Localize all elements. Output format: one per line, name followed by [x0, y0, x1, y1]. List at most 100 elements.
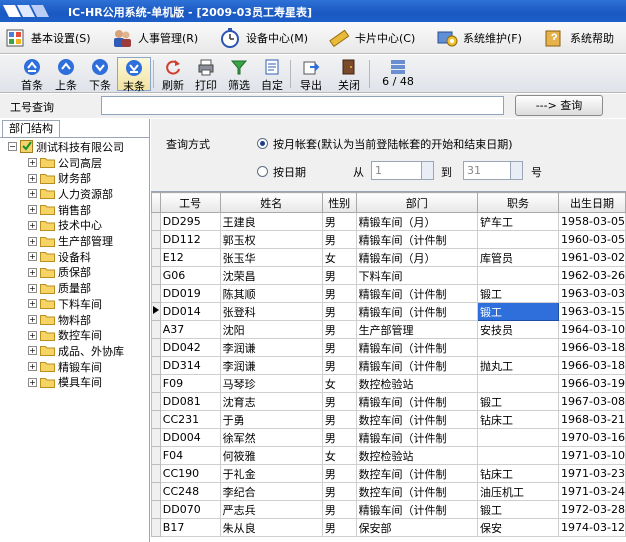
table-row[interactable]: DD112 郭玉权男精锻车间（计件制 1960-03-05 [151, 230, 626, 249]
table-cell[interactable]: 锻工 [476, 392, 560, 411]
tree-item-department[interactable]: + 生产部管理 [28, 234, 113, 249]
table-cell[interactable]: CC231 [159, 410, 221, 429]
table-cell[interactable]: 1961-03-02 [558, 248, 626, 267]
expand-icon[interactable]: + [28, 330, 37, 340]
table-cell[interactable]: 王建良 [219, 212, 323, 231]
table-cell[interactable]: 男 [321, 266, 357, 285]
table-cell[interactable] [476, 428, 560, 447]
expand-icon[interactable]: + [28, 205, 37, 215]
export-button[interactable]: 导出 [294, 57, 328, 92]
menu-personnel[interactable]: 人事管理(R) [111, 26, 198, 50]
tree-item-department[interactable]: + 物料部 [28, 312, 91, 327]
table-cell[interactable]: 1974-03-12 [558, 518, 626, 537]
table-row[interactable]: DD004 徐军然男精锻车间（计件制 1970-03-16 [151, 428, 626, 447]
table-cell[interactable]: 徐军然 [219, 428, 323, 447]
expand-icon[interactable]: + [28, 315, 37, 324]
table-row[interactable]: CC190 于礼金男数控车间（计件制 钻床工 1971-03-23 [151, 464, 626, 483]
table-cell[interactable]: 于礼金 [219, 464, 323, 483]
table-row[interactable]: DD081 沈育志男精锻车间（计件制 锻工 1967-03-08 [151, 392, 626, 411]
expand-icon[interactable]: + [28, 377, 37, 387]
table-cell[interactable]: 数控检验站 [355, 374, 479, 393]
table-cell[interactable]: 锻工 [476, 284, 560, 303]
table-cell[interactable]: 库管员 [476, 248, 560, 267]
table-cell[interactable]: 男 [321, 212, 357, 231]
column-header[interactable]: 性别 [321, 192, 357, 213]
table-cell[interactable]: E12 [159, 248, 221, 267]
table-cell[interactable]: 女 [321, 248, 357, 267]
customize-button[interactable]: 自定 [255, 57, 289, 92]
table-cell[interactable]: G06 [159, 266, 221, 285]
table-cell[interactable]: 1970-03-16 [558, 428, 626, 447]
table-cell[interactable]: 保安 [476, 518, 560, 537]
table-cell[interactable]: 精锻车间（计件制 [355, 356, 479, 375]
table-cell[interactable]: 何筱雅 [219, 446, 323, 465]
table-cell[interactable]: 1966-03-18 [558, 338, 626, 357]
column-header[interactable]: 出生日期 [558, 192, 626, 213]
table-cell[interactable]: 1963-03-15 [558, 302, 626, 321]
menu-system-maintenance[interactable]: 系统维护(F) [436, 26, 522, 50]
table-cell[interactable]: 精锻车间（月） [355, 248, 479, 267]
table-cell[interactable]: 1966-03-19 [558, 374, 626, 393]
table-cell[interactable]: 男 [321, 284, 357, 303]
table-cell[interactable]: 男 [321, 320, 357, 339]
table-cell[interactable] [476, 230, 560, 249]
expand-icon[interactable]: + [28, 346, 37, 356]
table-cell[interactable]: 精锻车间（计件制 [355, 500, 479, 519]
table-cell[interactable]: 生产部管理 [355, 320, 479, 339]
tree-item-department[interactable]: + 财务部 [28, 171, 91, 186]
expand-icon[interactable]: + [28, 189, 37, 199]
table-cell[interactable]: 抛丸工 [476, 356, 560, 375]
table-cell[interactable]: 安技员 [476, 320, 560, 339]
tree-item-department[interactable]: + 数控车间 [28, 328, 102, 343]
radio-by-date[interactable] [257, 166, 268, 177]
table-cell[interactable]: 男 [321, 410, 357, 429]
table-cell[interactable]: F09 [159, 374, 221, 393]
table-cell[interactable]: 锻工 [476, 302, 560, 321]
expand-icon[interactable]: + [28, 283, 37, 293]
table-cell[interactable]: 1964-03-10 [558, 320, 626, 339]
tree-root[interactable]: − 测试科技有限公司 [8, 139, 124, 154]
first-record-button[interactable]: 首条 [15, 57, 49, 92]
expand-icon[interactable]: + [28, 236, 37, 246]
table-cell[interactable]: 1967-03-08 [558, 392, 626, 411]
column-header[interactable]: 职务 [476, 192, 560, 213]
table-cell[interactable]: 郭玉权 [219, 230, 323, 249]
table-cell[interactable]: 于勇 [219, 410, 323, 429]
table-cell[interactable]: 严志兵 [219, 500, 323, 519]
table-cell[interactable]: 李润谦 [219, 356, 323, 375]
expand-icon[interactable]: + [28, 267, 37, 277]
menu-card-center[interactable]: 卡片中心(C) [328, 26, 415, 50]
table-row[interactable]: E12 张玉华女精锻车间（月） 库管员 1961-03-02 [151, 248, 626, 267]
previous-record-button[interactable]: 上条 [49, 57, 83, 92]
table-cell[interactable] [476, 446, 560, 465]
table-cell[interactable]: CC190 [159, 464, 221, 483]
table-cell[interactable]: 精锻车间（计件制 [355, 392, 479, 411]
table-row[interactable]: F04 何筱雅女数控检验站 1971-03-10 [151, 446, 626, 465]
table-row[interactable]: CC248 李纪合男数控车间（计件制 油压机工 1971-03-24 [151, 482, 626, 501]
table-row[interactable]: DD070 严志兵男精锻车间（计件制 锻工 1972-03-28 [151, 500, 626, 519]
table-cell[interactable]: 保安部 [355, 518, 479, 537]
table-cell[interactable] [476, 266, 560, 285]
table-row[interactable]: DD014 张登科男精锻车间（计件制 锻工 1963-03-15 [151, 302, 626, 321]
menu-basic-settings[interactable]: 基本设置(S) [4, 26, 91, 50]
spinner-arrows-icon[interactable] [421, 162, 433, 179]
column-header[interactable]: 姓名 [219, 192, 323, 213]
table-cell[interactable]: 李润谦 [219, 338, 323, 357]
radio-by-month[interactable] [257, 138, 268, 149]
table-cell[interactable]: 精锻车间（计件制 [355, 338, 479, 357]
table-cell[interactable]: 1971-03-10 [558, 446, 626, 465]
spinner-arrows-icon[interactable] [510, 162, 522, 179]
table-row[interactable]: F09 马琴珍女数控检验站 1966-03-19 [151, 374, 626, 393]
from-day-spinner[interactable]: 1 [371, 161, 434, 180]
table-cell[interactable]: DD112 [159, 230, 221, 249]
next-record-button[interactable]: 下条 [83, 57, 117, 92]
table-cell[interactable]: 精锻车间（月） [355, 212, 479, 231]
table-row[interactable]: A37 沈阳男生产部管理 安技员 1964-03-10 [151, 320, 626, 339]
table-cell[interactable]: B17 [159, 518, 221, 537]
expand-icon[interactable]: + [28, 299, 37, 309]
table-cell[interactable]: 男 [321, 482, 357, 501]
last-record-button[interactable]: 末条 [117, 57, 151, 93]
table-cell[interactable]: 数控检验站 [355, 446, 479, 465]
table-row[interactable]: DD019 陈其顺男精锻车间（计件制 锻工 1963-03-03 [151, 284, 626, 303]
table-cell[interactable]: 1962-03-26 [558, 266, 626, 285]
